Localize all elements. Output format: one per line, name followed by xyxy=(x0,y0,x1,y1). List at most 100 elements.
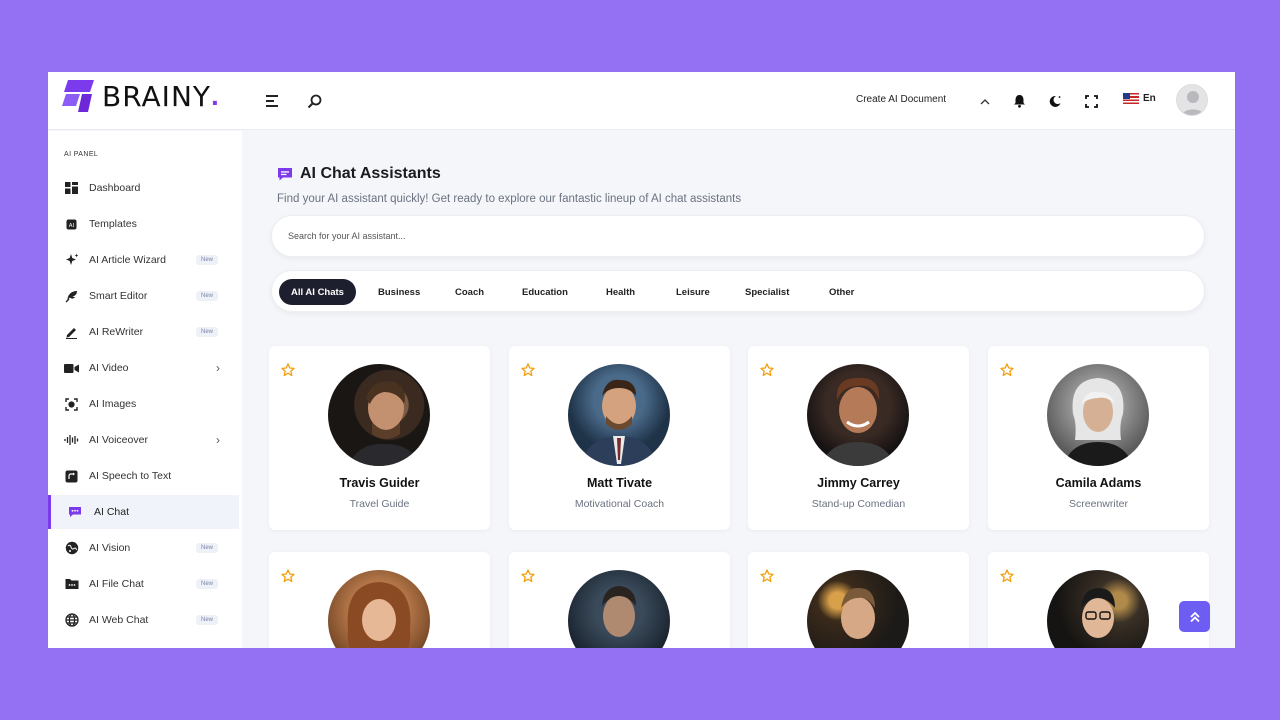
sidebar-item-dashboard[interactable]: Dashboard xyxy=(48,171,239,205)
sidebar-item-ai-voiceover[interactable]: AI Voiceover › xyxy=(48,423,239,457)
sidebar-item-label: Dashboard xyxy=(89,182,141,194)
us-flag-icon xyxy=(1123,93,1139,104)
sidebar-item-ai-web-chat[interactable]: AI Web Chat New xyxy=(48,603,239,637)
assistant-card[interactable] xyxy=(988,552,1209,648)
sidebar-item-ai-vision[interactable]: AI Vision New xyxy=(48,531,239,565)
assistant-card[interactable] xyxy=(509,552,730,648)
assistant-search xyxy=(271,215,1205,257)
logo-text: BRAINY xyxy=(102,79,211,113)
video-camera-icon xyxy=(64,361,79,376)
brand-logo[interactable]: BRAINY. xyxy=(60,76,230,116)
assistant-role: Motivational Coach xyxy=(574,498,665,510)
sidebar-item-label: AI ReWriter xyxy=(89,326,144,338)
feather-icon xyxy=(64,289,79,304)
assistant-photo xyxy=(1047,364,1149,466)
assistant-card[interactable]: Matt Tivate Motivational Coach xyxy=(509,346,730,530)
user-avatar[interactable] xyxy=(1176,84,1208,116)
favorite-star-icon[interactable] xyxy=(1000,569,1014,583)
templates-icon: AI xyxy=(64,217,79,232)
new-badge: New xyxy=(196,255,219,265)
tab-business[interactable]: Business xyxy=(366,279,432,305)
assistant-card[interactable] xyxy=(269,552,490,648)
tab-specialist[interactable]: Specialist xyxy=(733,279,801,305)
sidebar-item-smart-editor[interactable]: Smart Editor New xyxy=(48,279,239,313)
new-badge: New xyxy=(196,579,219,589)
sidebar-item-label: AI Video xyxy=(89,362,129,374)
fullscreen-icon[interactable] xyxy=(1080,90,1102,112)
search-input[interactable] xyxy=(272,216,1204,256)
assistant-photo xyxy=(1047,570,1149,648)
sidebar-item-ai-images[interactable]: AI Images xyxy=(48,387,239,421)
svg-text:AI: AI xyxy=(69,223,75,229)
menu-toggle-icon[interactable] xyxy=(262,90,284,112)
sparkle-icon xyxy=(64,253,79,268)
sidebar-item-label: Templates xyxy=(89,218,137,230)
tab-leisure[interactable]: Leisure xyxy=(664,279,722,305)
favorite-star-icon[interactable] xyxy=(1000,363,1014,377)
assistant-card[interactable]: Camila Adams Screenwriter xyxy=(988,346,1209,530)
app-window: BRAINY. Create AI Document En AI PANEL D… xyxy=(48,72,1235,648)
assistant-card[interactable] xyxy=(748,552,969,648)
tab-health[interactable]: Health xyxy=(594,279,647,305)
tab-education[interactable]: Education xyxy=(510,279,580,305)
chevron-up-icon[interactable] xyxy=(974,90,996,112)
sidebar-item-ai-rewriter[interactable]: AI ReWriter New xyxy=(48,315,239,349)
assistant-card[interactable]: Travis Guider Travel Guide xyxy=(269,346,490,530)
favorite-star-icon[interactable] xyxy=(521,569,535,583)
sidebar-item-ai-video[interactable]: AI Video › xyxy=(48,351,239,385)
favorite-star-icon[interactable] xyxy=(760,569,774,583)
chevron-right-icon: › xyxy=(216,361,220,375)
language-selector[interactable]: En xyxy=(1123,93,1156,104)
sidebar-item-ai-chat[interactable]: AI Chat xyxy=(48,495,239,529)
sidebar-item-ai-speech-to-text[interactable]: AI Speech to Text xyxy=(48,459,239,493)
tab-coach[interactable]: Coach xyxy=(443,279,496,305)
sidebar-item-ai-file-chat[interactable]: AI File Chat New xyxy=(48,567,239,601)
search-icon[interactable] xyxy=(303,90,325,112)
assistant-role: Stand-up Comedian xyxy=(811,498,906,510)
logo-dot: . xyxy=(211,80,219,111)
double-chevron-up-icon xyxy=(1189,611,1200,622)
chat-icon xyxy=(67,505,82,520)
assistant-photo xyxy=(807,364,909,466)
sidebar-item-label: AI Speech to Text xyxy=(89,470,172,482)
scroll-to-top-button[interactable] xyxy=(1179,601,1210,632)
tab-all-ai-chats[interactable]: All AI Chats xyxy=(279,279,356,305)
assistant-photo xyxy=(568,364,670,466)
favorite-star-icon[interactable] xyxy=(760,363,774,377)
page-title-text: AI Chat Assistants xyxy=(300,165,441,182)
audio-wave-icon xyxy=(64,433,79,448)
dark-mode-icon[interactable] xyxy=(1044,90,1066,112)
sidebar: AI PANEL Dashboard AI Templates AI Artic… xyxy=(48,131,242,648)
assistant-photo xyxy=(807,570,909,648)
new-badge: New xyxy=(196,291,219,301)
sidebar-item-label: AI File Chat xyxy=(89,578,144,590)
sidebar-item-templates[interactable]: AI Templates xyxy=(48,207,239,241)
sidebar-item-label: AI Images xyxy=(89,398,137,410)
new-badge: New xyxy=(196,327,219,337)
assistant-card[interactable]: Jimmy Carrey Stand-up Comedian xyxy=(748,346,969,530)
sidebar-item-label: Smart Editor xyxy=(89,290,148,302)
chevron-right-icon: › xyxy=(216,433,220,447)
assistant-name: Travis Guider xyxy=(339,476,420,490)
logo-icon xyxy=(62,80,94,112)
page-subtitle: Find your AI assistant quickly! Get read… xyxy=(277,193,742,205)
category-tabs: All AI Chats Business Coach Education He… xyxy=(271,270,1205,312)
bell-icon[interactable] xyxy=(1008,90,1030,112)
sidebar-item-label: AI Vision xyxy=(89,542,131,554)
sidebar-item-label: AI Chat xyxy=(94,506,130,518)
sidebar-item-label: AI Voiceover xyxy=(89,434,148,446)
favorite-star-icon[interactable] xyxy=(521,363,535,377)
assistant-name: Matt Tivate xyxy=(586,476,653,490)
create-ai-document-button[interactable]: Create AI Document xyxy=(856,94,946,105)
assistant-name: Jimmy Carrey xyxy=(817,476,900,490)
pencil-icon xyxy=(64,325,79,340)
favorite-star-icon[interactable] xyxy=(281,569,295,583)
favorite-star-icon[interactable] xyxy=(281,363,295,377)
chat-icon xyxy=(278,167,292,180)
assistant-photo xyxy=(328,570,430,648)
sidebar-item-ai-article-wizard[interactable]: AI Article Wizard New xyxy=(48,243,239,277)
assistant-photo xyxy=(328,364,430,466)
assistant-role: Travel Guide xyxy=(349,498,410,510)
tab-other[interactable]: Other xyxy=(817,279,866,305)
sidebar-item-label: AI Web Chat xyxy=(89,614,149,626)
